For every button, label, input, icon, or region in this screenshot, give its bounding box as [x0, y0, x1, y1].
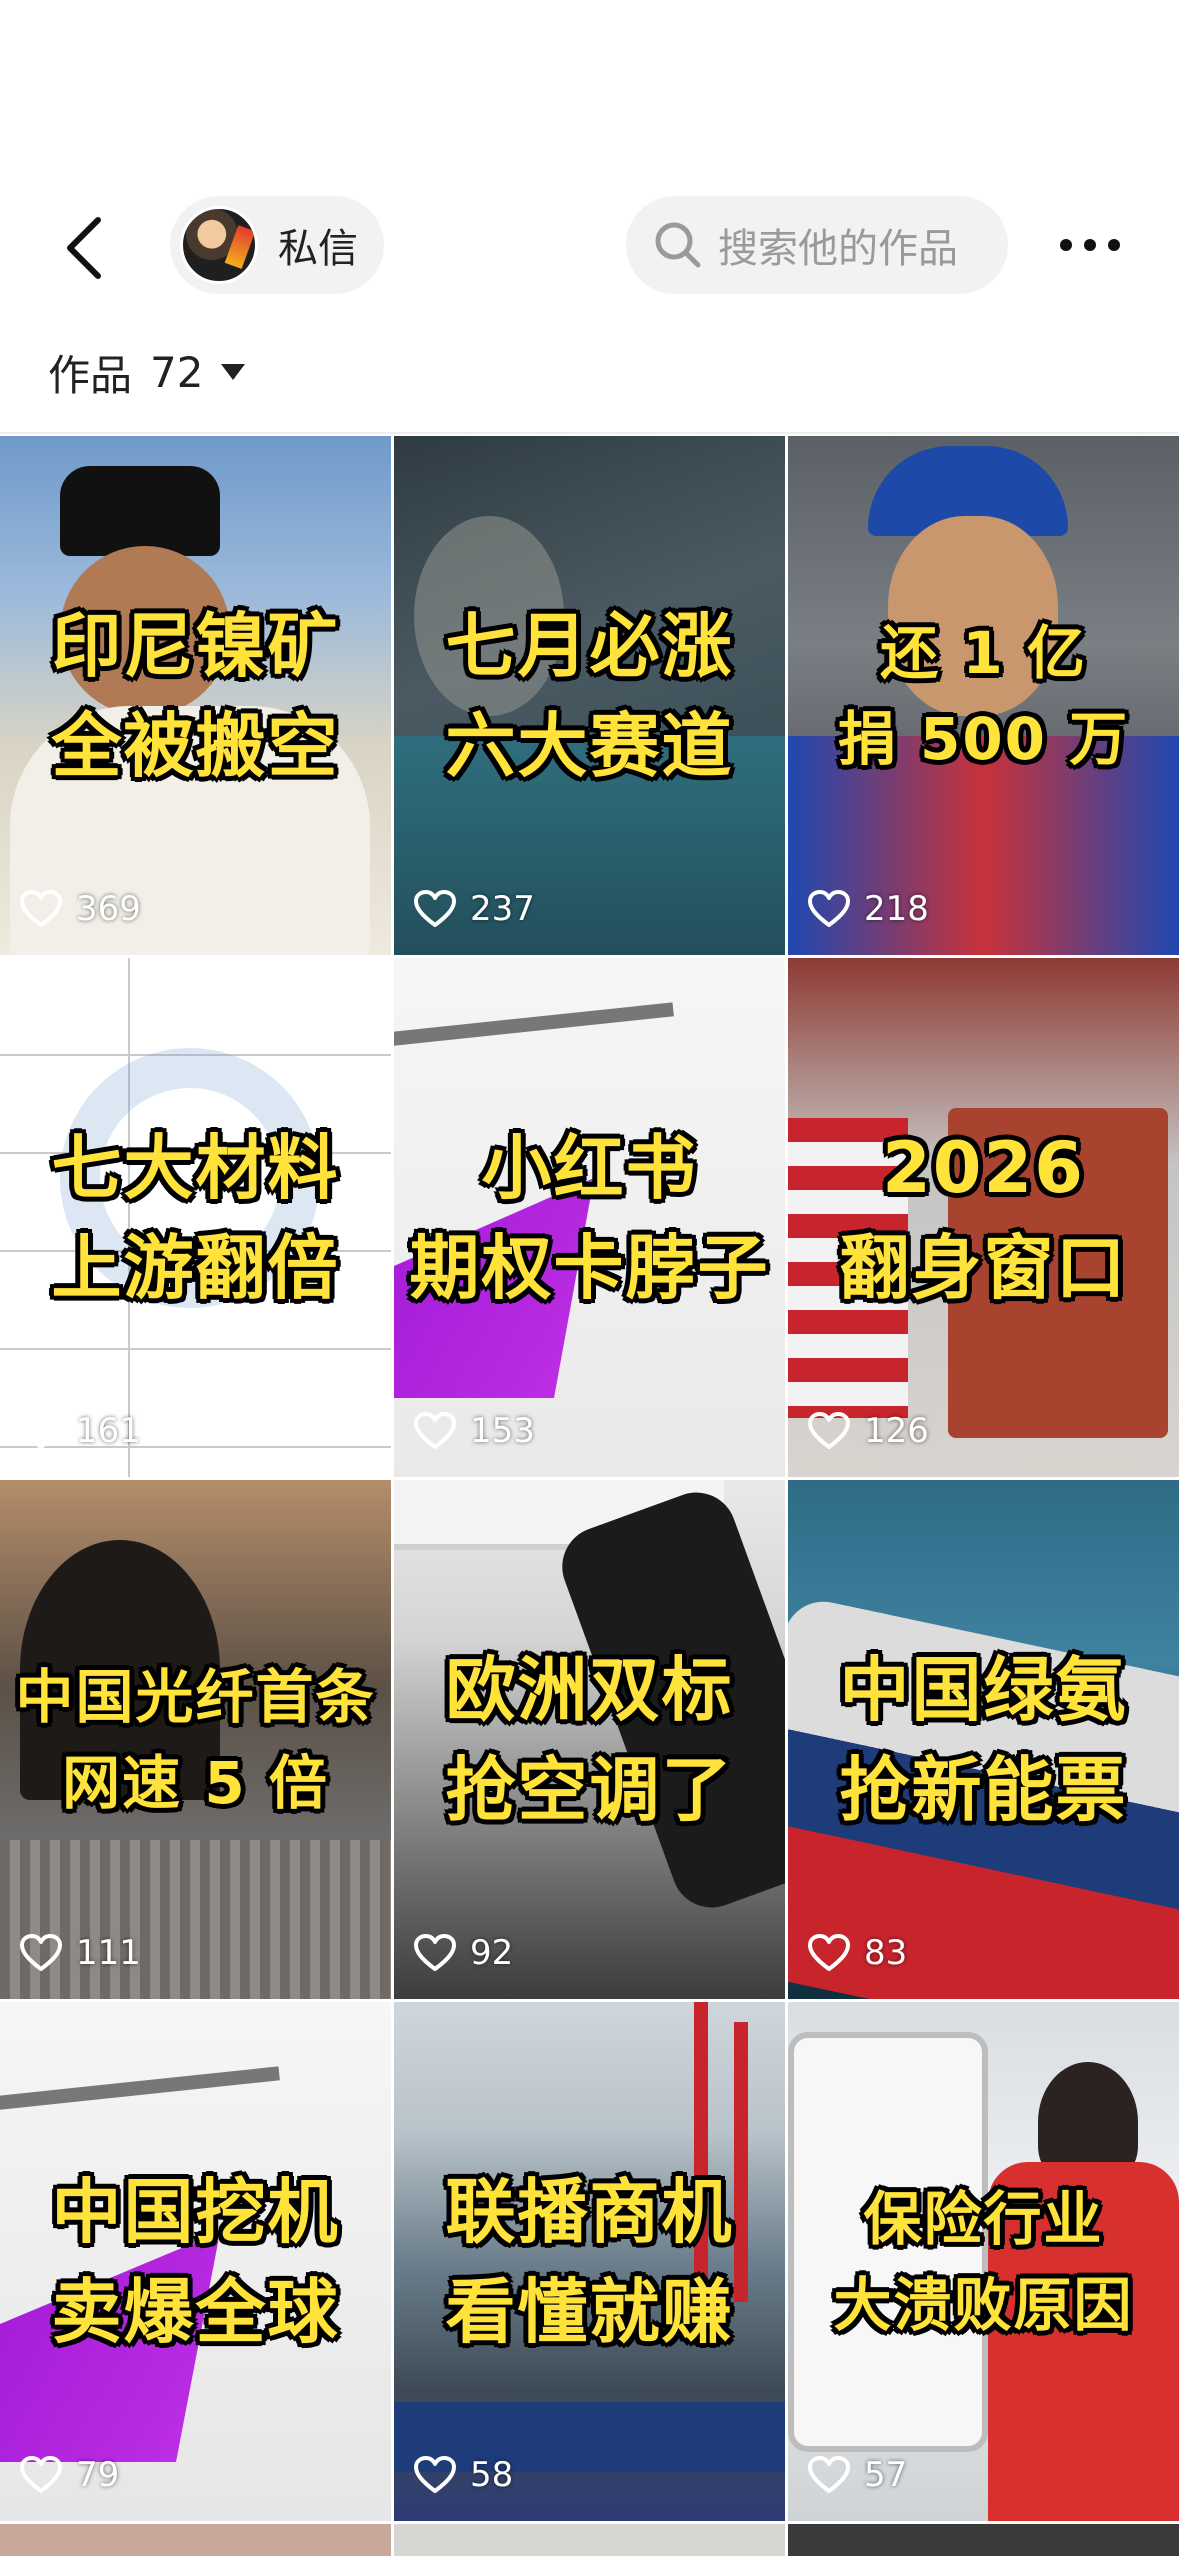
video-title: 中国挖机 卖爆全球 — [51, 2170, 340, 2353]
works-count: 72 — [150, 347, 204, 397]
heart-icon — [20, 2456, 62, 2493]
like-count-value: 58 — [470, 2455, 514, 2495]
like-count-value: 218 — [864, 889, 929, 929]
video-thumbnail — [394, 2524, 785, 2556]
caret-down-icon — [221, 364, 246, 380]
like-count-value: 126 — [864, 1411, 929, 1451]
divider — [0, 432, 1179, 434]
avatar — [180, 206, 258, 284]
like-count: 58 — [414, 2455, 513, 2495]
like-count: 153 — [414, 1411, 535, 1451]
like-count-value: 369 — [76, 889, 141, 929]
video-tile[interactable]: 中国挖机 卖爆全球 79 — [0, 2002, 391, 2521]
video-thumbnail — [788, 2524, 1179, 2556]
like-count: 57 — [808, 2455, 907, 2495]
video-tile[interactable]: 小红书 期权卡脖子 153 — [394, 958, 785, 1477]
like-count: 126 — [808, 1411, 929, 1451]
back-button[interactable] — [44, 208, 124, 288]
video-tile[interactable]: 2026 翻身窗口 126 — [788, 958, 1179, 1477]
more-dots-icon — [1060, 239, 1120, 251]
video-title: 中国光纤首条 网速 5 倍 — [15, 1662, 376, 1817]
video-tile[interactable]: 保险行业 大溃败原因 57 — [788, 2002, 1179, 2521]
video-title: 中国绿氨 抢新能票 — [839, 1648, 1128, 1831]
like-count: 369 — [20, 889, 141, 929]
like-count: 111 — [20, 1933, 141, 1973]
video-tile[interactable]: 联播商机 看懂就赚 58 — [394, 2002, 785, 2521]
video-thumbnail — [0, 2524, 391, 2556]
like-count: 218 — [808, 889, 929, 929]
heart-icon — [20, 1412, 62, 1449]
video-title: 七月必涨 六大赛道 — [445, 604, 734, 787]
next-row-peek — [0, 2524, 1179, 2556]
heart-icon — [808, 2456, 850, 2493]
like-count-value: 111 — [76, 1933, 141, 1973]
like-count: 161 — [20, 1411, 141, 1451]
like-count-value: 237 — [470, 889, 535, 929]
video-tile[interactable]: 中国绿氨 抢新能票 83 — [788, 1480, 1179, 1999]
video-tile[interactable]: 还 1 亿 捐 500 万 218 — [788, 436, 1179, 955]
video-title: 印尼镍矿 全被搬空 — [51, 604, 340, 787]
video-tile[interactable]: 七大材料 上游翻倍 161 — [0, 958, 391, 1477]
heart-icon — [808, 1412, 850, 1449]
heart-icon — [414, 1934, 456, 1971]
heart-icon — [414, 2456, 456, 2493]
chevron-left-icon — [67, 217, 101, 279]
direct-message-label: 私信 — [278, 226, 358, 272]
like-count-value: 83 — [864, 1933, 908, 1973]
video-title: 欧洲双标 抢空调了 — [445, 1648, 734, 1831]
profile-works-page: 私信 搜索他的作品 作品 72 印尼镍矿 全被搬空 369 七月必涨 六大赛道 … — [0, 0, 1179, 2556]
like-count-value: 92 — [470, 1933, 514, 1973]
works-label: 作品 — [48, 350, 133, 400]
video-tile[interactable]: 欧洲双标 抢空调了 92 — [394, 1480, 785, 1999]
like-count-value: 79 — [76, 2455, 120, 2495]
heart-icon — [20, 1934, 62, 1971]
video-grid: 印尼镍矿 全被搬空 369 七月必涨 六大赛道 237 还 1 亿 捐 500 … — [0, 436, 1179, 2521]
like-count: 237 — [414, 889, 535, 929]
search-works-input[interactable]: 搜索他的作品 — [626, 196, 1008, 294]
video-tile[interactable]: 印尼镍矿 全被搬空 369 — [0, 436, 391, 955]
heart-icon — [414, 890, 456, 927]
video-title: 七大材料 上游翻倍 — [51, 1126, 340, 1309]
video-tile[interactable]: 中国光纤首条 网速 5 倍 111 — [0, 1480, 391, 1999]
more-options-button[interactable] — [1040, 210, 1140, 280]
video-title: 联播商机 看懂就赚 — [445, 2170, 734, 2353]
like-count: 92 — [414, 1933, 513, 1973]
top-nav-bar: 私信 搜索他的作品 — [0, 190, 1179, 300]
like-count-value: 161 — [76, 1411, 141, 1451]
heart-icon — [20, 890, 62, 927]
direct-message-button[interactable]: 私信 — [170, 196, 384, 294]
video-title: 还 1 亿 捐 500 万 — [837, 618, 1130, 773]
like-count: 83 — [808, 1933, 907, 1973]
video-tile[interactable]: 七月必涨 六大赛道 237 — [394, 436, 785, 955]
heart-icon — [414, 1412, 456, 1449]
like-count-value: 57 — [864, 2455, 908, 2495]
heart-icon — [808, 1934, 850, 1971]
video-title: 2026 翻身窗口 — [839, 1126, 1128, 1309]
heart-icon — [808, 890, 850, 927]
video-title: 保险行业 大溃败原因 — [833, 2184, 1134, 2339]
works-filter-dropdown[interactable]: 作品 72 — [48, 336, 246, 408]
search-icon — [655, 222, 701, 268]
like-count-value: 153 — [470, 1411, 535, 1451]
search-placeholder: 搜索他的作品 — [718, 226, 958, 272]
video-title: 小红书 期权卡脖子 — [409, 1126, 770, 1309]
like-count: 79 — [20, 2455, 119, 2495]
